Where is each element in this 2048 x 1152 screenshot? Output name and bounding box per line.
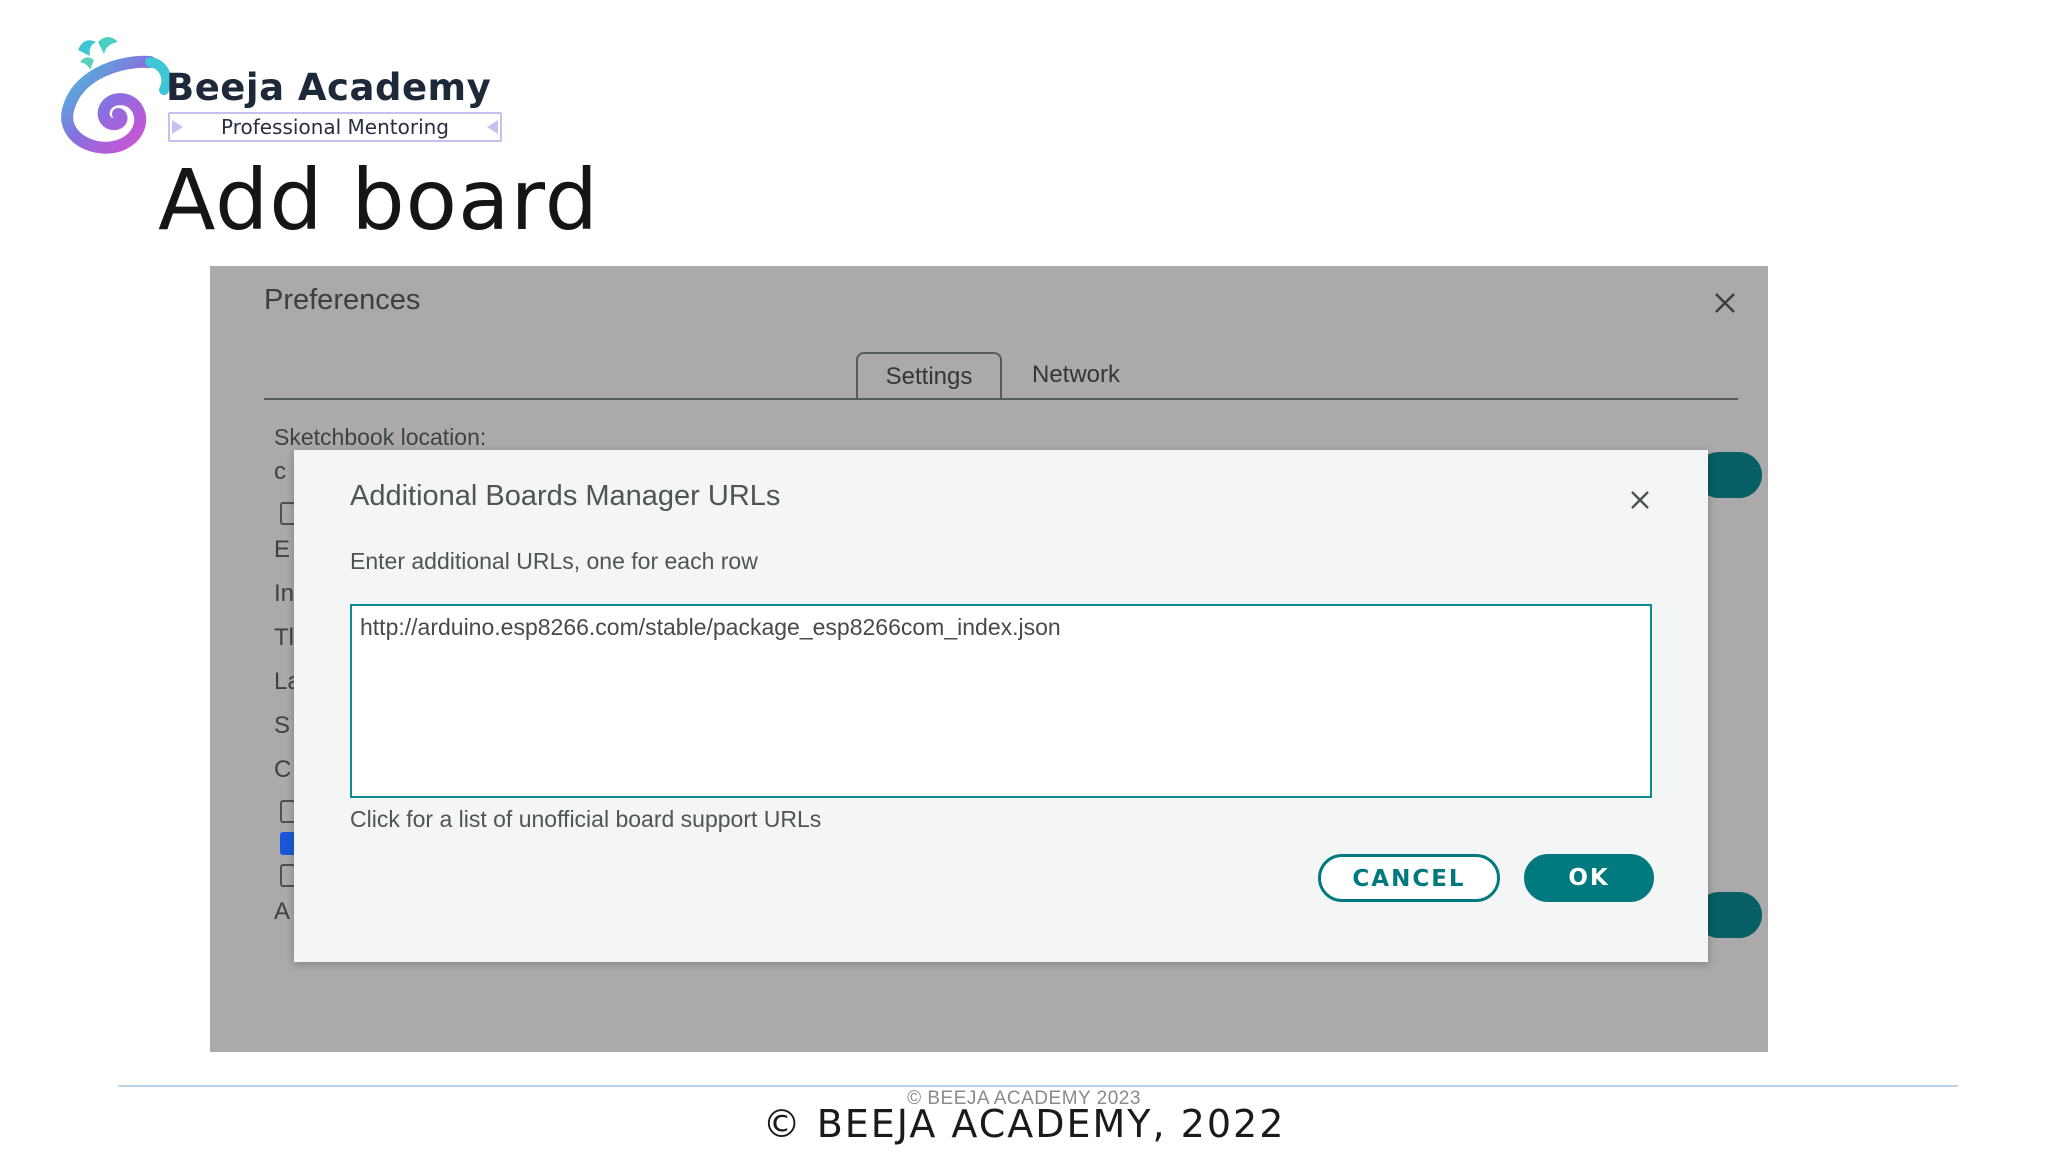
logo-swirl-icon — [61, 37, 172, 154]
peek-text: E — [274, 536, 291, 563]
ok-button[interactable]: OK — [1524, 854, 1654, 902]
cancel-button[interactable]: CANCEL — [1318, 854, 1500, 902]
peek-text: Tl — [274, 624, 294, 651]
peek-text: C — [274, 756, 292, 783]
footer-divider — [118, 1085, 1958, 1087]
logo-tagline: Professional Mentoring — [168, 112, 502, 142]
close-icon[interactable] — [1710, 288, 1740, 318]
peek-text: c — [274, 458, 286, 485]
beeja-academy-logo: Beeja Academy Professional Mentoring — [58, 30, 518, 155]
tab-divider — [264, 398, 1738, 400]
logo-name: Beeja Academy — [166, 66, 492, 109]
unofficial-urls-link[interactable]: Click for a list of unofficial board sup… — [350, 806, 821, 833]
tab-network[interactable]: Network — [1016, 352, 1136, 398]
dialog-instruction: Enter additional URLs, one for each row — [350, 548, 758, 574]
boards-manager-urls-dialog: Additional Boards Manager URLs Enter add… — [294, 450, 1708, 962]
peek-text: In — [274, 580, 295, 607]
sketchbook-location-label: Sketchbook location: — [274, 424, 487, 450]
peek-text: A — [274, 898, 291, 925]
peek-text: S — [274, 712, 291, 739]
dialog-title: Additional Boards Manager URLs — [350, 480, 781, 512]
slide-title: Add board — [158, 151, 599, 249]
footer-copyright: © BEEJA ACADEMY, 2022 — [762, 1102, 1286, 1146]
tab-settings[interactable]: Settings — [856, 352, 1002, 400]
urls-textarea[interactable] — [350, 604, 1652, 798]
close-icon[interactable] — [1626, 486, 1654, 514]
preferences-title: Preferences — [264, 284, 421, 316]
